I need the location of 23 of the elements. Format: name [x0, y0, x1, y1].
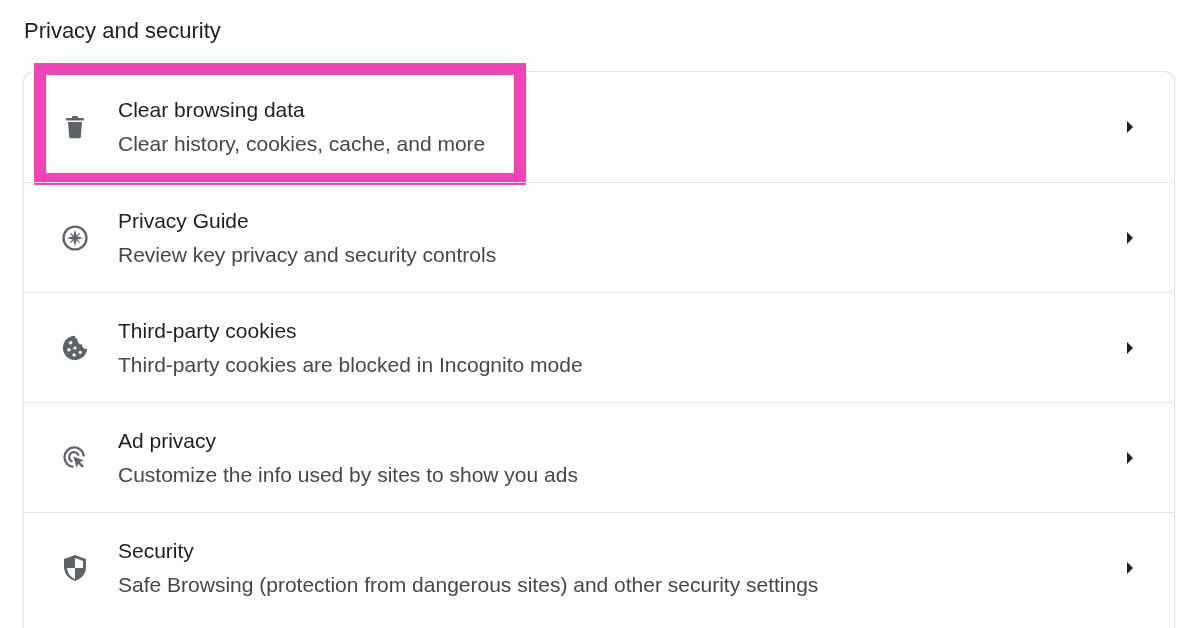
- chevron-icon: [1126, 340, 1134, 355]
- settings-row[interactable]: Ad privacy Customize the info used by sites to show you ads: [24, 402, 1174, 512]
- settings-row[interactable]: Privacy Guide Review key privacy and security controls: [24, 182, 1174, 292]
- row-title: Ad privacy: [118, 427, 218, 454]
- settings-row[interactable]: Third-party cookies Third-party cookies are blocked in Incognito mode: [24, 292, 1174, 402]
- section-title: Privacy and security: [24, 17, 222, 45]
- chevron-icon: [1126, 450, 1134, 465]
- shield-icon: [63, 553, 87, 582]
- row-subtitle: Safe Browsing (protection from dangerous sites) and other security settings: [118, 571, 819, 598]
- row-subtitle: Third-party cookies are blocked in Incognito mode: [118, 351, 583, 378]
- row-subtitle: Customize the info used by sites to show you ads: [118, 461, 578, 488]
- settings-row[interactable]: Clear browsing data Clear history, cookies, cache, and more: [24, 72, 1174, 182]
- row-title: Privacy Guide: [118, 207, 250, 234]
- chevron-icon: [1126, 560, 1134, 575]
- row-title: Clear browsing data: [118, 97, 306, 123]
- row-title: Security: [118, 537, 195, 564]
- row-subtitle: Clear history, cookies, cache, and more: [118, 131, 486, 157]
- chevron-icon: [1126, 120, 1134, 134]
- chevron-icon: [1126, 230, 1134, 245]
- settings-row[interactable]: Security Safe Browsing (protection from dangerous sites) and other security settings: [24, 512, 1174, 622]
- trash-icon: [65, 115, 85, 139]
- row-subtitle: Review key privacy and security controls: [118, 241, 497, 268]
- row-title: Third-party cookies: [118, 317, 298, 344]
